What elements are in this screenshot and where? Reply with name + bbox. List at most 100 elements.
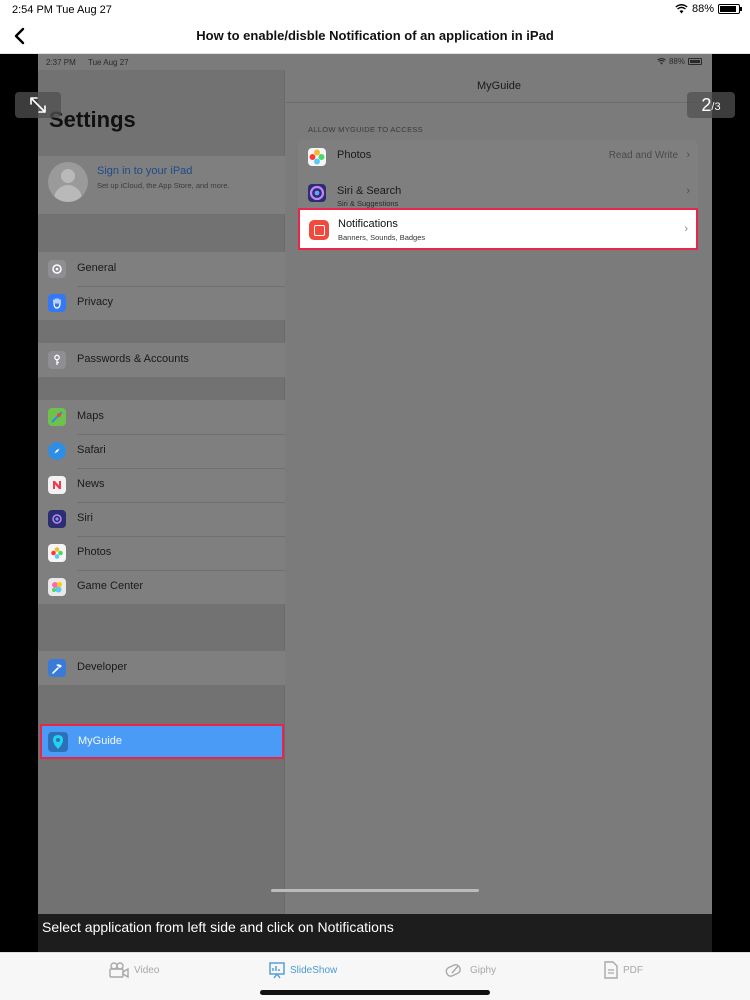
settings-group-3: Maps Safari News Siri Photos Game Center [38,400,285,604]
slide-image: 2:37 PM Tue Aug 27 88% Settings Sign in … [38,54,712,952]
pdf-icon [604,961,618,979]
status-bar: 2:54 PM Tue Aug 27 88% [0,0,750,20]
settings-item-developer[interactable]: Developer [38,651,285,685]
settings-item-siri[interactable]: Siri [38,502,285,536]
permission-label: Photos [337,149,372,161]
battery-icon [718,4,742,14]
sign-in-title: Sign in to your iPad [97,165,193,177]
section-header: ALLOW MYGUIDE TO ACCESS [308,125,423,134]
settings-item-maps[interactable]: Maps [38,400,285,434]
nav-divider [286,102,712,103]
slideshow-icon [269,962,285,979]
status-right: 88% [675,3,742,15]
ipad-status-right: 88% [657,57,702,66]
settings-item-label: Safari [77,444,106,456]
settings-item-label: Privacy [77,296,114,308]
compass-icon [48,442,66,460]
tab-label: PDF [623,964,643,976]
notifications-label: Notifications [338,218,398,230]
giphy-icon [445,964,461,977]
tab-slideshow[interactable]: SlideShow [268,961,337,979]
chevron-right-icon: › [686,185,690,197]
photos-icon [308,148,326,166]
ipad-status-time: 2:37 PM [46,58,76,67]
header: How to enable/disble Notification of an … [0,20,750,54]
settings-item-myguide[interactable]: MyGuide [40,724,284,759]
key-icon [48,351,66,369]
settings-item-label: Developer [77,661,128,673]
status-date: Tue Aug 27 [56,4,112,16]
expand-icon [30,97,46,113]
chevron-right-icon: › [684,223,688,235]
home-indicator [260,990,490,995]
page-title: How to enable/disble Notification of an … [196,28,554,43]
photos-icon [48,544,66,562]
battery-icon [688,58,702,65]
settings-item-label: Siri [77,512,93,524]
settings-sidebar: Settings Sign in to your iPad Set up iCl… [38,70,285,952]
settings-title: Settings [49,107,136,132]
page-current: 2 [701,94,712,115]
slide-caption: Select application from left side and cl… [38,914,712,952]
settings-item-safari[interactable]: Safari [38,434,285,468]
gear-icon [48,260,66,278]
game-center-icon [48,578,66,596]
ipad-battery-percent: 88% [668,57,685,66]
sign-in-row[interactable]: Sign in to your iPad Set up iCloud, the … [38,156,285,214]
settings-item-label: News [77,478,105,490]
permission-value: Read and Write [608,150,678,161]
notifications-subtitle: Banners, Sounds, Badges [338,233,426,242]
tab-label: SlideShow [290,964,338,976]
settings-item-label: Passwords & Accounts [77,353,189,365]
settings-item-passwords[interactable]: Passwords & Accounts [38,343,285,377]
tab-giphy[interactable]: Giphy [444,961,496,979]
settings-group-1: General Privacy [38,252,285,320]
settings-item-label: Photos [77,546,112,558]
settings-item-label: Maps [77,410,104,422]
siri-icon [308,184,326,202]
slide-progress-bar [271,889,479,892]
page-counter: 2/3 [687,92,735,118]
wifi-icon [657,58,666,65]
permission-subtitle: Siri & Suggestions [337,199,399,208]
slide-viewer: 2:37 PM Tue Aug 27 88% Settings Sign in … [0,54,750,952]
settings-group-2: Passwords & Accounts [38,343,285,377]
status-time: 2:54 PM [12,4,53,16]
settings-item-label: General [77,262,117,274]
settings-item-privacy[interactable]: Privacy [38,286,285,320]
app-settings-pane: MyGuide ALLOW MYGUIDE TO ACCESS Photos R… [286,70,712,952]
settings-item-photos[interactable]: Photos [38,536,285,570]
myguide-app-icon [48,732,68,752]
wifi-icon [675,4,688,14]
avatar-icon [48,162,88,202]
tab-video[interactable]: Video [108,961,159,979]
news-icon [48,476,66,494]
tab-label: Video [134,964,160,976]
ipad-status-bar: 2:37 PM Tue Aug 27 88% [38,54,712,70]
settings-item-general[interactable]: General [38,252,285,286]
detail-nav-title: MyGuide [476,80,522,92]
permission-row-siri[interactable]: Siri & Search Siri & Suggestions › [298,176,698,210]
settings-group-4: Developer [38,651,285,685]
hand-icon [48,294,66,312]
settings-item-label: MyGuide [78,735,123,747]
settings-item-game-center[interactable]: Game Center [38,570,285,604]
chevron-right-icon: › [686,149,690,161]
tab-pdf[interactable]: PDF [603,961,643,979]
video-icon [109,962,129,979]
notifications-row[interactable]: Notifications Banners, Sounds, Badges › [298,208,698,250]
permission-label: Siri & Search [337,185,402,197]
hammer-icon [48,659,66,677]
permission-row-photos[interactable]: Photos Read and Write › [298,140,698,174]
siri-icon [48,510,66,528]
battery-percent: 88% [691,3,714,15]
page-total: /3 [711,101,721,113]
maps-icon [48,408,66,426]
ipad-status-date: Tue Aug 27 [88,58,129,67]
notifications-icon [309,220,329,240]
settings-item-label: Game Center [77,580,144,592]
settings-item-news[interactable]: News [38,468,285,502]
sign-in-subtitle: Set up iCloud, the App Store, and more. [97,181,230,190]
fullscreen-button[interactable] [15,92,61,118]
tab-label: Giphy [470,964,497,976]
